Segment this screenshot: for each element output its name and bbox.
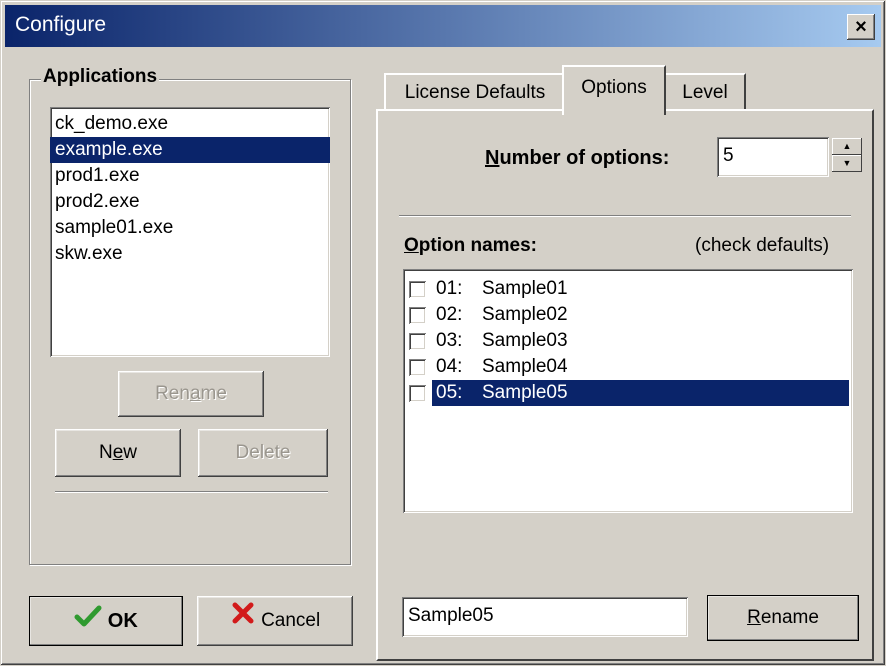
list-item[interactable]: skw.exe bbox=[50, 241, 330, 267]
tab-options[interactable]: Options bbox=[562, 65, 666, 115]
list-item[interactable]: example.exe bbox=[50, 137, 330, 163]
delete-application-button[interactable]: Delete bbox=[198, 429, 328, 477]
option-row[interactable]: 05: Sample05 bbox=[405, 380, 849, 406]
options-separator bbox=[399, 215, 851, 217]
title-bar[interactable]: Configure × bbox=[5, 5, 881, 47]
option-row[interactable]: 04: Sample04 bbox=[405, 354, 849, 380]
option-row[interactable]: 03: Sample03 bbox=[405, 328, 849, 354]
option-row[interactable]: 02: Sample02 bbox=[405, 302, 849, 328]
applications-separator bbox=[55, 491, 328, 493]
option-names-label: Option names: bbox=[404, 235, 538, 256]
window-title: Configure bbox=[15, 13, 107, 36]
spin-down-icon[interactable]: ▼ bbox=[832, 155, 862, 172]
option-number: 05: bbox=[436, 382, 463, 403]
option-label: 02: Sample02 bbox=[432, 302, 849, 328]
configure-dialog: Configure × Applications ck_demo.exe exam… bbox=[0, 0, 886, 666]
option-checkbox[interactable] bbox=[409, 306, 426, 324]
option-label: 04: Sample04 bbox=[432, 354, 849, 380]
list-item[interactable]: sample01.exe bbox=[50, 215, 330, 241]
close-button[interactable]: × bbox=[847, 14, 875, 40]
option-row[interactable]: 01: Sample01 bbox=[405, 276, 849, 302]
option-label: 01: Sample01 bbox=[432, 276, 849, 302]
number-of-options-input[interactable]: 5 bbox=[717, 137, 829, 177]
rename-option-button[interactable]: Rename bbox=[707, 595, 859, 641]
tab-license-defaults[interactable]: License Defaults bbox=[384, 73, 566, 111]
option-number: 04: bbox=[436, 356, 463, 377]
red-x-icon bbox=[230, 596, 256, 646]
option-name: Sample03 bbox=[482, 330, 568, 351]
list-item[interactable]: prod1.exe bbox=[50, 163, 330, 189]
option-checkbox[interactable] bbox=[409, 358, 426, 376]
applications-group-title: Applications bbox=[41, 66, 160, 88]
option-number: 02: bbox=[436, 304, 463, 325]
close-icon: × bbox=[855, 16, 867, 38]
tab-level[interactable]: Level bbox=[664, 73, 746, 111]
checkmark-icon bbox=[74, 597, 102, 647]
number-of-options-label: Number of options: bbox=[485, 147, 670, 169]
option-name: Sample01 bbox=[482, 278, 568, 299]
option-name: Sample05 bbox=[482, 382, 568, 403]
option-number: 03: bbox=[436, 330, 463, 351]
option-checkbox[interactable] bbox=[409, 280, 426, 298]
ok-button[interactable]: OK bbox=[29, 596, 183, 646]
option-name: Sample04 bbox=[482, 356, 568, 377]
rename-application-button[interactable]: Rename bbox=[118, 371, 264, 417]
option-checkbox[interactable] bbox=[409, 384, 426, 402]
option-label: 05: Sample05 bbox=[432, 380, 849, 406]
option-number: 01: bbox=[436, 278, 463, 299]
applications-list[interactable]: ck_demo.exe example.exe prod1.exe prod2.exe… bbox=[50, 107, 330, 357]
option-checkbox[interactable] bbox=[409, 332, 426, 350]
option-name: Sample02 bbox=[482, 304, 568, 325]
spin-up-icon[interactable]: ▲ bbox=[832, 138, 862, 155]
check-defaults-hint: (check defaults) bbox=[695, 235, 830, 256]
list-item[interactable]: ck_demo.exe bbox=[50, 111, 330, 137]
number-of-options-spinner[interactable]: ▲ ▼ bbox=[832, 138, 862, 172]
option-label: 03: Sample03 bbox=[432, 328, 849, 354]
option-name-input[interactable]: Sample05 bbox=[402, 597, 688, 637]
list-item[interactable]: prod2.exe bbox=[50, 189, 330, 215]
new-application-button[interactable]: New bbox=[55, 429, 181, 477]
option-names-list[interactable]: 01: Sample01 02: Sample02 03: Sample03 04: Samp… bbox=[403, 269, 853, 513]
cancel-button[interactable]: Cancel bbox=[197, 596, 353, 646]
